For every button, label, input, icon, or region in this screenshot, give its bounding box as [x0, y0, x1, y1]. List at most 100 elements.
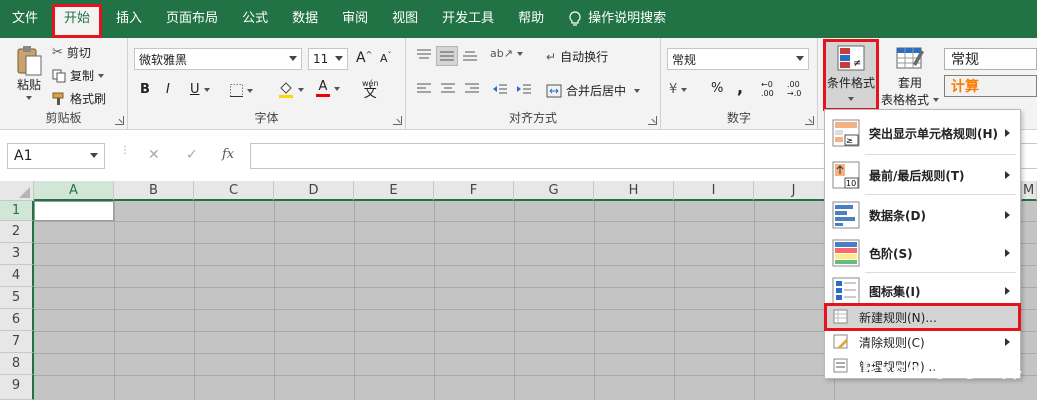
font-group-label: 字体: [254, 111, 279, 125]
tab-data[interactable]: 数据: [280, 0, 330, 38]
underline-dropdown-icon: [203, 87, 210, 92]
row-header-7[interactable]: 7: [0, 331, 34, 353]
fill-color-button[interactable]: [278, 81, 304, 99]
row-header-5[interactable]: 5: [0, 287, 34, 309]
number-group: 常规 ¥ % , ←0.00 .00 →.0 数字: [661, 38, 818, 130]
tab-developer[interactable]: 开发工具: [430, 0, 506, 38]
column-header-e[interactable]: E: [354, 181, 434, 201]
merge-center-icon: [546, 84, 562, 97]
column-header-f[interactable]: F: [434, 181, 514, 201]
increase-decimal-button[interactable]: ←0.00: [761, 80, 774, 98]
merge-center-label: 合并后居中: [566, 84, 627, 98]
align-center-button[interactable]: [440, 82, 456, 96]
align-middle-button[interactable]: [436, 46, 458, 66]
clipboard-launcher-icon[interactable]: [115, 116, 124, 125]
decrease-indent-button[interactable]: [492, 82, 508, 96]
select-all-corner[interactable]: [0, 181, 34, 201]
row-header-6[interactable]: 6: [0, 309, 34, 331]
svg-text:≠: ≠: [853, 58, 861, 69]
cell-style-calc-label: 计算: [951, 79, 979, 95]
format-painter-button[interactable]: 格式刷: [52, 90, 106, 107]
tab-review[interactable]: 审阅: [330, 0, 380, 38]
number-format-dropdown[interactable]: 常规: [667, 48, 809, 70]
menu-top-bottom-rules[interactable]: 10 最前/最后规则(T): [825, 156, 1020, 194]
tab-formulas[interactable]: 公式: [230, 0, 280, 38]
menu-color-scales[interactable]: 色阶(S): [825, 234, 1020, 272]
menu-clear-rules[interactable]: 清除规则(C): [825, 330, 1020, 354]
row-header-8[interactable]: 8: [0, 353, 34, 375]
active-cell-a1[interactable]: [34, 201, 114, 221]
column-header-i[interactable]: I: [674, 181, 754, 201]
increase-indent-button[interactable]: [516, 82, 532, 96]
scissors-icon: ✂: [52, 45, 63, 60]
paste-button[interactable]: 粘贴: [12, 44, 46, 100]
italic-button[interactable]: I: [166, 82, 170, 97]
name-box[interactable]: A1: [7, 143, 105, 169]
copy-label: 复制: [70, 69, 95, 83]
shrink-font-button[interactable]: Aˇ: [380, 51, 392, 65]
align-left-button[interactable]: [416, 82, 432, 96]
comma-button[interactable]: ,: [737, 78, 743, 97]
align-top-button[interactable]: [416, 48, 432, 62]
lightbulb-icon: [569, 11, 581, 26]
fx-icon: fx: [222, 147, 235, 162]
column-header-g[interactable]: G: [514, 181, 594, 201]
column-header-m[interactable]: M: [1022, 181, 1037, 201]
align-middle-icon: [440, 51, 454, 61]
conditional-formatting-button[interactable]: ≠ 条件格式: [823, 39, 879, 111]
column-header-d[interactable]: D: [274, 181, 354, 201]
grow-font-button[interactable]: A ^: [356, 50, 372, 67]
font-size-dropdown[interactable]: 11: [308, 48, 348, 70]
formula-bar-grip[interactable]: ⋮: [120, 146, 130, 156]
column-header-j[interactable]: J: [754, 181, 834, 201]
tab-page-layout[interactable]: 页面布局: [154, 0, 230, 38]
bold-button[interactable]: B: [140, 82, 150, 97]
font-name-dropdown[interactable]: 微软雅黑: [134, 48, 302, 70]
wrap-text-button[interactable]: ↵ 自动换行: [546, 48, 608, 65]
tell-me-search[interactable]: 操作说明搜索: [556, 0, 678, 38]
number-launcher-icon[interactable]: [805, 116, 814, 125]
underline-button[interactable]: U: [190, 82, 210, 97]
align-bottom-button[interactable]: [462, 48, 478, 62]
enter-formula-button[interactable]: ✓: [186, 147, 198, 163]
row-header-9[interactable]: 9: [0, 375, 34, 400]
format-as-table-button[interactable]: 套用 表格格式: [880, 44, 940, 108]
phonetic-button[interactable]: wén 文: [362, 79, 379, 100]
submenu-arrow-icon: [1005, 211, 1010, 219]
column-header-h[interactable]: H: [594, 181, 674, 201]
row-header-1[interactable]: 1: [0, 201, 34, 221]
column-header-a[interactable]: A: [34, 181, 114, 201]
row-header-2[interactable]: 2: [0, 221, 34, 243]
font-launcher-icon[interactable]: [393, 116, 402, 125]
decrease-decimal-button[interactable]: .00 →.0: [787, 80, 801, 98]
insert-function-button[interactable]: fx: [222, 147, 234, 162]
menu-new-rule[interactable]: 新建规则(N)...: [824, 303, 1021, 331]
orientation-button[interactable]: ab↗: [490, 47, 523, 60]
percent-button[interactable]: %: [711, 81, 723, 96]
cell-style-normal[interactable]: 常规: [944, 48, 1037, 70]
row-header-3[interactable]: 3: [0, 243, 34, 265]
brush-icon: [52, 92, 64, 105]
menu-highlight-cells-rules[interactable]: ≥ 突出显示单元格规则(H): [825, 114, 1020, 152]
copy-button[interactable]: 复制: [52, 67, 105, 84]
border-button[interactable]: [230, 84, 253, 97]
font-color-button[interactable]: A: [316, 80, 340, 97]
font-color-swatch: [316, 94, 330, 97]
tab-home[interactable]: 开始: [52, 4, 103, 38]
alignment-launcher-icon[interactable]: [648, 116, 657, 125]
align-right-button[interactable]: [464, 82, 480, 96]
merge-center-button[interactable]: 合并后居中: [546, 82, 641, 99]
column-header-b[interactable]: B: [114, 181, 194, 201]
cancel-formula-button[interactable]: ✕: [148, 147, 160, 163]
column-header-c[interactable]: C: [194, 181, 274, 201]
menu-data-bars[interactable]: 数据条(D): [825, 196, 1020, 234]
tab-help[interactable]: 帮助: [506, 0, 556, 38]
tab-file[interactable]: 文件: [0, 0, 50, 38]
cut-button[interactable]: ✂ 剪切: [52, 44, 91, 61]
cell-style-calc[interactable]: 计算: [944, 75, 1037, 97]
row-header-4[interactable]: 4: [0, 265, 34, 287]
paste-dropdown-icon: [26, 96, 32, 100]
currency-button[interactable]: ¥: [669, 82, 688, 97]
tab-view[interactable]: 视图: [380, 0, 430, 38]
tab-insert[interactable]: 插入: [104, 0, 154, 38]
